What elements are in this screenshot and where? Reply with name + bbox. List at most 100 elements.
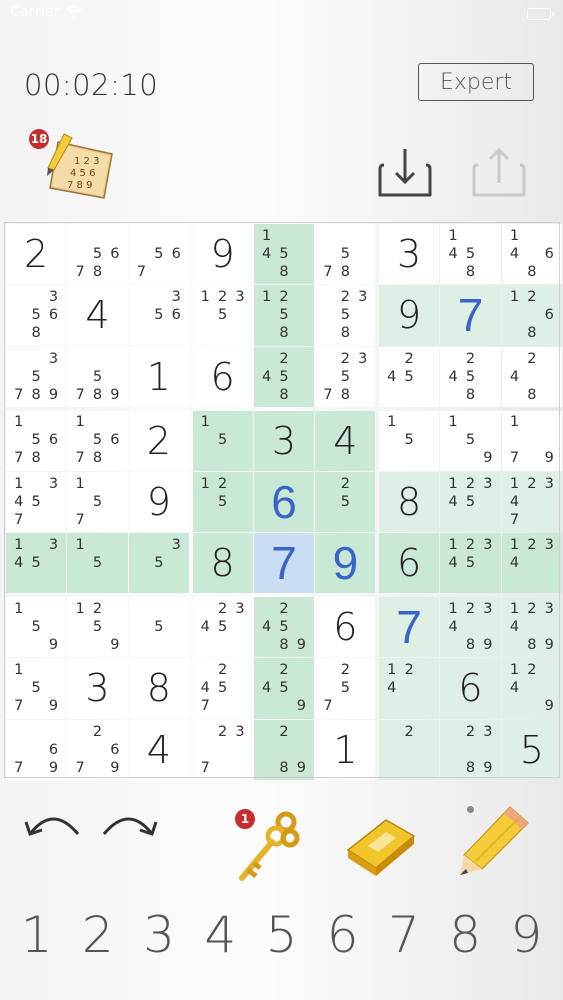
sudoku-cell[interactable]: 4 <box>67 285 128 346</box>
numpad-key-2[interactable]: 2 <box>71 906 125 964</box>
sudoku-cell[interactable]: 2459 <box>253 658 315 719</box>
sudoku-cell[interactable]: 1458 <box>440 224 501 285</box>
sudoku-cell[interactable]: 157 <box>67 471 128 533</box>
sudoku-cell[interactable]: 356 <box>128 285 189 346</box>
sudoku-cell[interactable]: 5 <box>501 719 562 780</box>
sudoku-cell[interactable]: 56 78 <box>67 224 128 285</box>
sudoku-cell[interactable]: 3 <box>379 224 440 285</box>
sudoku-cell[interactable]: 2 <box>379 719 440 780</box>
sudoku-cell[interactable]: 6 <box>253 471 315 533</box>
numpad-key-4[interactable]: 4 <box>193 906 247 964</box>
sudoku-cell[interactable]: 1259 <box>67 597 128 658</box>
sudoku-cell[interactable]: 8 <box>128 658 189 719</box>
note-digit <box>444 723 461 741</box>
eraser-icon[interactable] <box>340 806 420 880</box>
sudoku-cell[interactable]: 6 <box>315 597 376 658</box>
sudoku-cell[interactable]: 123 45 <box>440 471 501 533</box>
sudoku-cell[interactable]: 123 4 <box>501 533 562 594</box>
sudoku-cell[interactable]: 2458 <box>440 346 501 407</box>
sudoku-cell[interactable]: 2358 <box>315 285 376 346</box>
numpad-key-5[interactable]: 5 <box>254 906 308 964</box>
sudoku-cell[interactable]: 9 <box>128 471 189 533</box>
sudoku-cell[interactable]: 125 <box>192 471 253 533</box>
note-digit: 7 <box>200 698 210 715</box>
sudoku-cell[interactable]: 4 <box>315 410 376 471</box>
sudoku-cell[interactable]: 5789 <box>67 346 128 407</box>
pencil-notes: 35789 <box>6 347 66 407</box>
sudoku-cell[interactable]: 1 3 457 <box>6 471 67 533</box>
sudoku-cell[interactable]: 123 489 <box>501 597 562 658</box>
sudoku-cell[interactable]: 1579 <box>6 658 67 719</box>
sudoku-cell[interactable]: 6 <box>440 658 501 719</box>
sudoku-cell[interactable]: 245 <box>379 346 440 407</box>
sudoku-cell[interactable]: 8 <box>379 471 440 533</box>
sudoku-cell[interactable]: 7 <box>379 597 440 658</box>
sudoku-cell[interactable]: 24589 <box>253 597 315 658</box>
sudoku-cell[interactable]: 23 89 <box>440 719 501 780</box>
undo-icon[interactable] <box>22 808 84 844</box>
sudoku-cell[interactable]: 23 7 <box>192 719 253 780</box>
sudoku-cell[interactable]: 3 <box>67 658 128 719</box>
numpad-key-1[interactable]: 1 <box>10 906 64 964</box>
sudoku-cell[interactable]: 35 <box>128 533 189 594</box>
sudoku-cell[interactable]: 1258 <box>253 285 315 346</box>
numpad-key-6[interactable]: 6 <box>316 906 370 964</box>
download-icon[interactable] <box>374 145 436 201</box>
numpad-key-9[interactable]: 9 <box>499 906 553 964</box>
sudoku-cell[interactable]: 1 7 9 <box>501 410 562 471</box>
sudoku-cell[interactable]: 5 <box>128 597 189 658</box>
sudoku-cell[interactable]: 15 <box>379 410 440 471</box>
sudoku-cell[interactable]: 26 7 9 <box>67 719 128 780</box>
numpad-key-8[interactable]: 8 <box>438 906 492 964</box>
sudoku-cell[interactable]: 159 <box>440 410 501 471</box>
sudoku-cell[interactable]: 15 <box>67 533 128 594</box>
sudoku-cell[interactable]: 15 <box>192 410 253 471</box>
sudoku-cell[interactable]: 1 <box>128 346 189 407</box>
sudoku-cell[interactable]: 9 <box>379 285 440 346</box>
sudoku-cell[interactable]: 9 <box>192 224 253 285</box>
pencil-icon[interactable] <box>456 803 532 879</box>
sudoku-cell[interactable]: 2 <box>128 410 189 471</box>
sudoku-cell[interactable]: 23 45 <box>192 597 253 658</box>
sudoku-cell[interactable]: 156 78 <box>6 410 67 471</box>
sudoku-cell[interactable]: 248 <box>501 346 562 407</box>
sudoku-cell[interactable]: 2458 <box>253 346 315 407</box>
difficulty-level-button[interactable]: Expert <box>418 63 534 101</box>
numpad-key-3[interactable]: 3 <box>132 906 186 964</box>
sudoku-cell[interactable]: 1 <box>315 719 376 780</box>
sudoku-cell[interactable]: 35789 <box>6 346 67 407</box>
sudoku-cell[interactable]: 156 78 <box>67 410 128 471</box>
sudoku-cell[interactable]: 6 7 9 <box>6 719 67 780</box>
sudoku-cell[interactable]: 124 9 <box>501 658 562 719</box>
sudoku-cell[interactable]: 7 <box>440 285 501 346</box>
sudoku-cell[interactable]: 123 489 <box>440 597 501 658</box>
sudoku-cell[interactable]: 3568 <box>6 285 67 346</box>
sudoku-cell[interactable]: 4 <box>128 719 189 780</box>
sudoku-cell[interactable]: 2 <box>6 224 67 285</box>
sudoku-cell[interactable]: 1458 <box>253 224 315 285</box>
upload-icon[interactable] <box>468 145 530 201</box>
sudoku-cell[interactable]: 14 68 <box>501 224 562 285</box>
sudoku-cell[interactable]: 6 <box>192 346 253 407</box>
sudoku-cell[interactable]: 2457 <box>192 658 253 719</box>
sudoku-cell[interactable]: 9 <box>315 533 376 594</box>
sudoku-cell[interactable]: 257 <box>315 658 376 719</box>
numpad-key-7[interactable]: 7 <box>377 906 431 964</box>
redo-icon[interactable] <box>98 808 160 844</box>
sudoku-cell[interactable]: 56 7 <box>128 224 189 285</box>
sudoku-cell[interactable]: 124 <box>379 658 440 719</box>
sudoku-cell[interactable]: 6 <box>379 533 440 594</box>
sudoku-cell[interactable]: 7 <box>253 533 315 594</box>
sudoku-cell[interactable]: 2 89 <box>253 719 315 780</box>
sudoku-cell[interactable]: 123 47 <box>501 471 562 533</box>
sudoku-cell[interactable]: 3 <box>253 410 315 471</box>
sudoku-cell[interactable]: 159 <box>6 597 67 658</box>
sudoku-cell[interactable]: 1 3 45 <box>6 533 67 594</box>
sudoku-cell[interactable]: 8 <box>192 533 253 594</box>
sudoku-cell[interactable]: 123 45 <box>440 533 501 594</box>
sudoku-cell[interactable]: 23578 <box>315 346 376 407</box>
sudoku-cell[interactable]: 1235 <box>192 285 253 346</box>
sudoku-cell[interactable]: 1268 <box>501 285 562 346</box>
sudoku-cell[interactable]: 25 <box>315 471 376 533</box>
sudoku-cell[interactable]: 578 <box>315 224 376 285</box>
